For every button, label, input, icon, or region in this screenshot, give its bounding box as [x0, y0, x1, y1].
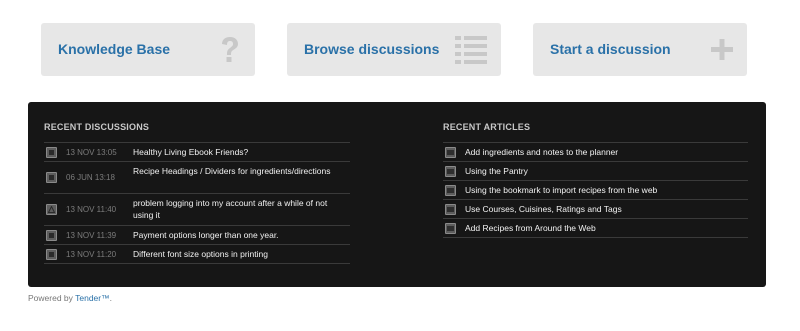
article-link[interactable]: Add ingredients and notes to the planner — [465, 146, 745, 158]
discussion-link[interactable]: Recipe Headings / Dividers for ingredien… — [133, 165, 348, 177]
start-discussion-tile[interactable]: Start a discussion — [533, 23, 747, 76]
discussion-link[interactable]: Healthy Living Ebook Friends? — [133, 146, 348, 158]
recent-activity-panel: RECENT DISCUSSIONS 13 NOV 13:05 Healthy … — [28, 102, 766, 287]
discussion-link[interactable]: problem logging into my account after a … — [133, 197, 348, 221]
list-item: Using the bookmark to import recipes fro… — [443, 181, 748, 200]
discussion-icon — [46, 172, 57, 183]
list-item: 06 JUN 13:18 Recipe Headings / Dividers … — [44, 162, 350, 194]
discussion-link[interactable]: Payment options longer than one year. — [133, 229, 348, 241]
discussion-link[interactable]: Different font size options in printing — [133, 248, 348, 260]
powered-by-suffix: . — [109, 293, 112, 303]
list-item: 13 NOV 13:05 Healthy Living Ebook Friend… — [44, 143, 350, 162]
article-link[interactable]: Using the Pantry — [465, 165, 745, 177]
list-item: 13 NOV 11:20 Different font size options… — [44, 245, 350, 264]
timestamp: 13 NOV 11:39 — [66, 231, 117, 240]
knowledge-base-tile[interactable]: Knowledge Base — [41, 23, 255, 76]
tender-link[interactable]: Tender™ — [75, 293, 110, 303]
powered-by-footer: Powered by Tender™. — [28, 293, 112, 303]
list-item: Using the Pantry — [443, 162, 748, 181]
article-icon — [445, 204, 456, 215]
article-icon — [445, 185, 456, 196]
recent-discussions-heading: RECENT DISCUSSIONS — [44, 122, 150, 132]
discussion-icon — [46, 147, 57, 158]
article-icon — [445, 147, 456, 158]
discussion-icon — [46, 230, 57, 241]
browse-discussions-tile[interactable]: Browse discussions — [287, 23, 501, 76]
timestamp: 06 JUN 13:18 — [66, 173, 115, 182]
list-item: 13 NOV 11:39 Payment options longer than… — [44, 226, 350, 245]
start-discussion-label: Start a discussion — [550, 41, 671, 57]
warning-icon — [46, 204, 57, 215]
list-item: Add Recipes from Around the Web — [443, 219, 748, 238]
browse-discussions-label: Browse discussions — [304, 41, 440, 57]
plus-icon — [711, 39, 733, 60]
article-link[interactable]: Add Recipes from Around the Web — [465, 222, 745, 234]
recent-discussions-list: 13 NOV 13:05 Healthy Living Ebook Friend… — [44, 142, 350, 264]
recent-articles-heading: RECENT ARTICLES — [443, 122, 531, 132]
knowledge-base-label: Knowledge Base — [58, 41, 171, 57]
article-icon — [445, 223, 456, 234]
article-icon — [445, 166, 456, 177]
timestamp: 13 NOV 11:40 — [66, 205, 117, 214]
timestamp: 13 NOV 11:20 — [66, 250, 117, 259]
list-item: 13 NOV 11:40 problem logging into my acc… — [44, 194, 350, 226]
article-link[interactable]: Use Courses, Cuisines, Ratings and Tags — [465, 203, 745, 215]
article-link[interactable]: Using the bookmark to import recipes fro… — [465, 184, 745, 196]
powered-by-prefix: Powered by — [28, 293, 76, 303]
discussion-icon — [46, 249, 57, 260]
list-icon — [455, 36, 487, 64]
question-mark-icon — [222, 37, 238, 62]
timestamp: 13 NOV 13:05 — [66, 148, 117, 157]
list-item: Use Courses, Cuisines, Ratings and Tags — [443, 200, 748, 219]
list-item: Add ingredients and notes to the planner — [443, 143, 748, 162]
recent-articles-list: Add ingredients and notes to the planner… — [443, 142, 748, 238]
